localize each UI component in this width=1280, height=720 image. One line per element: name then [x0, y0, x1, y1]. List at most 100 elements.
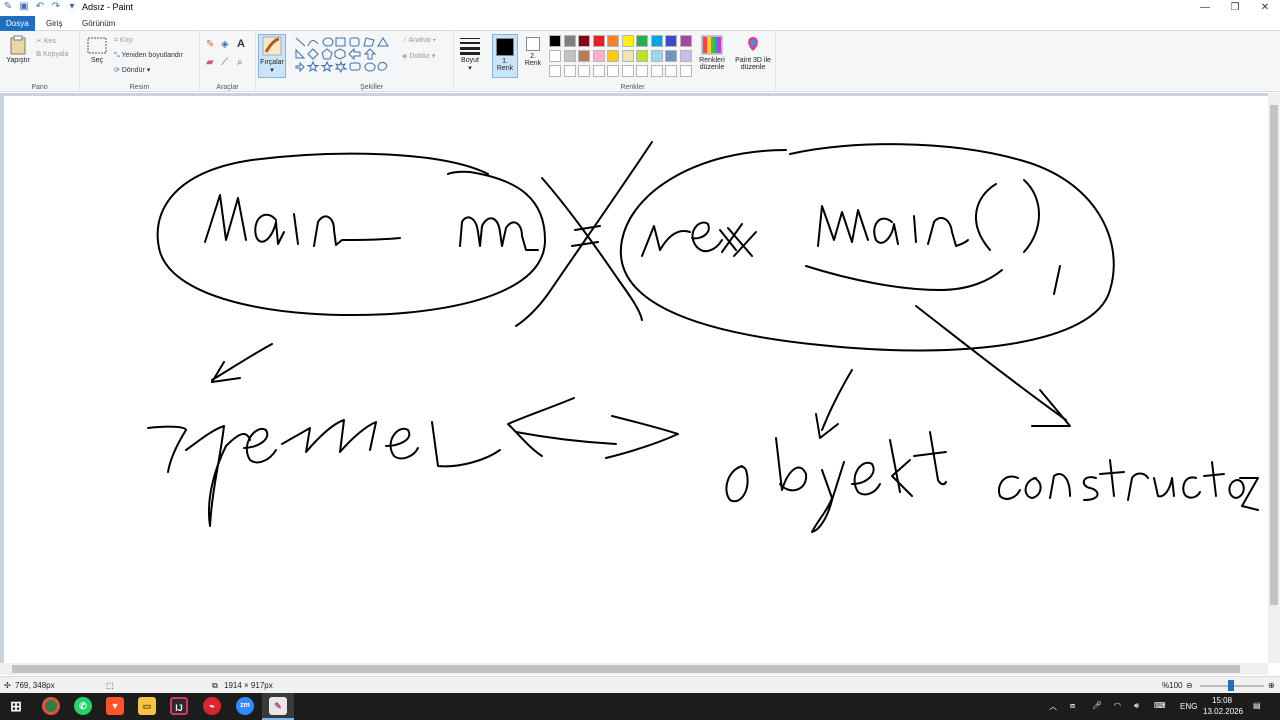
- custom-color-slot[interactable]: [679, 65, 692, 77]
- handwriting-o: [725, 465, 749, 503]
- rotate-button[interactable]: ⟳ Döndür ▾: [114, 66, 150, 74]
- pencil-icon[interactable]: ✎: [206, 39, 214, 50]
- whatsapp-icon[interactable]: ✆: [74, 697, 92, 715]
- custom-color-slot[interactable]: [592, 65, 605, 77]
- fill-button[interactable]: ◈ Doldur ▾: [402, 52, 435, 60]
- palette-color-swatch[interactable]: [563, 35, 576, 47]
- custom-color-slot[interactable]: [636, 65, 648, 77]
- palette-color-swatch[interactable]: [621, 50, 634, 62]
- custom-color-slot[interactable]: [563, 65, 576, 77]
- palette-color-swatch[interactable]: [578, 35, 590, 47]
- palette-color-swatch[interactable]: [592, 35, 605, 47]
- custom-color-slot[interactable]: [665, 65, 677, 77]
- menu-home[interactable]: Giriş: [40, 16, 68, 31]
- paint-icon: ✎: [269, 697, 287, 715]
- keyboard-icon[interactable]: ⌨: [1154, 701, 1166, 710]
- palette-color-swatch[interactable]: [607, 50, 619, 62]
- handwriting-a: [254, 213, 285, 245]
- palette-color-swatch[interactable]: [621, 35, 634, 47]
- volume-icon[interactable]: 🔊︎: [1134, 701, 1139, 711]
- drawing-canvas[interactable]: [4, 96, 1268, 663]
- network-icon[interactable]: ◠: [1114, 701, 1121, 710]
- tray-app-icon[interactable]: ⧈: [1070, 701, 1075, 711]
- size-button[interactable]: Boyut ▾: [456, 37, 484, 72]
- palette-color-swatch[interactable]: [607, 35, 619, 47]
- vertical-scrollbar[interactable]: [1268, 93, 1280, 663]
- redo-icon[interactable]: ↷: [50, 1, 62, 13]
- file-explorer-icon[interactable]: ▭: [138, 697, 156, 715]
- palette-color-swatch[interactable]: [578, 50, 590, 62]
- magnifier-icon[interactable]: ⌕: [237, 57, 243, 68]
- select-button[interactable]: Seç: [85, 37, 109, 64]
- brushes-button[interactable]: Fırçalar ▾: [258, 34, 286, 78]
- clipboard-group-label: Pano: [31, 84, 48, 91]
- palette-color-swatch[interactable]: [665, 35, 677, 47]
- palette-color-swatch[interactable]: [563, 50, 576, 62]
- paint3d-button[interactable]: Paint 3D ile düzenle: [732, 35, 774, 71]
- handwriting-t: [913, 431, 947, 486]
- cut-button[interactable]: ✂ Kes: [36, 37, 56, 45]
- resize-button[interactable]: ⤡ Yeniden boyutlandır: [114, 52, 183, 60]
- language-indicator[interactable]: ENG: [1180, 702, 1197, 711]
- palette-color-swatch[interactable]: [650, 50, 663, 62]
- outline-button[interactable]: ⟋ Anahat ▾: [402, 37, 436, 45]
- clock-date[interactable]: 13.02.2026: [1203, 707, 1243, 716]
- color1-button[interactable]: 1. Renk: [492, 34, 518, 78]
- shapes-gallery[interactable]: [294, 36, 394, 76]
- palette-color-swatch[interactable]: [592, 50, 605, 62]
- palette-color-swatch[interactable]: [679, 35, 692, 47]
- handwriting-b: [775, 437, 808, 492]
- vertical-scroll-thumb[interactable]: [1270, 105, 1278, 605]
- custom-color-slot[interactable]: [650, 65, 663, 77]
- custom-color-slot[interactable]: [607, 65, 619, 77]
- zoom-app-icon[interactable]: zm: [236, 697, 254, 715]
- text-tool-icon[interactable]: A: [237, 38, 245, 50]
- paste-button[interactable]: Yapıştır: [4, 35, 32, 64]
- horizontal-scroll-thumb[interactable]: [12, 665, 1240, 673]
- palette-color-swatch[interactable]: [679, 50, 692, 62]
- custom-color-slot[interactable]: [621, 65, 634, 77]
- maximize-button[interactable]: ❐: [1220, 0, 1250, 16]
- paint-taskbar-button[interactable]: ✎: [262, 693, 294, 720]
- menu-view[interactable]: Görünüm: [76, 16, 121, 31]
- brave-icon[interactable]: ▼: [106, 697, 124, 715]
- handwriting-j: [811, 461, 845, 533]
- zoom-in-button[interactable]: ⊕: [1268, 681, 1275, 690]
- handwriting-e4: [851, 461, 881, 496]
- microphone-icon[interactable]: 🎤︎: [1092, 701, 1102, 710]
- copy-button[interactable]: ⧉ Kopyala: [36, 51, 68, 59]
- palette-color-swatch[interactable]: [636, 35, 648, 47]
- fill-bucket-icon[interactable]: ◈: [221, 39, 229, 50]
- notifications-icon[interactable]: ▤: [1253, 701, 1261, 710]
- undo-icon[interactable]: ↶: [34, 1, 46, 13]
- pdf-reader-icon[interactable]: ⌁: [203, 697, 221, 715]
- edit-colors-button[interactable]: Renkleri düzenle: [695, 35, 729, 71]
- save-icon[interactable]: ▣: [18, 1, 30, 13]
- chrome-icon[interactable]: [42, 697, 60, 715]
- palette-color-swatch[interactable]: [549, 35, 561, 47]
- color2-button[interactable]: 2. Renk: [522, 37, 544, 67]
- clock-time[interactable]: 15:08: [1212, 696, 1232, 705]
- palette-color-swatch[interactable]: [636, 50, 648, 62]
- eraser-icon[interactable]: ▰: [206, 57, 214, 68]
- color-picker-icon[interactable]: ⟋: [221, 57, 228, 68]
- custom-color-slot[interactable]: [549, 65, 561, 77]
- zoom-out-button[interactable]: ⊖: [1186, 681, 1193, 690]
- zoom-slider-thumb[interactable]: [1228, 680, 1234, 691]
- clipboard-icon: [10, 35, 26, 55]
- tray-overflow-icon[interactable]: ︿: [1049, 701, 1057, 712]
- minimize-button[interactable]: —: [1190, 0, 1220, 16]
- paint-app-icon: ✎: [3, 1, 13, 12]
- crop-label: Kırp: [119, 37, 133, 44]
- customize-qat-icon[interactable]: ▾: [66, 1, 78, 13]
- custom-color-slot[interactable]: [578, 65, 590, 77]
- palette-color-swatch[interactable]: [549, 50, 561, 62]
- crop-button[interactable]: ⌗ Kırp: [114, 37, 133, 45]
- menu-file[interactable]: Dosya: [0, 16, 35, 31]
- horizontal-scrollbar[interactable]: [0, 663, 1268, 675]
- close-button[interactable]: ✕: [1250, 0, 1280, 16]
- intellij-icon[interactable]: IJ: [170, 697, 188, 715]
- palette-color-swatch[interactable]: [665, 50, 677, 62]
- windows-start-icon[interactable]: ⊞: [7, 697, 25, 715]
- palette-color-swatch[interactable]: [650, 35, 663, 47]
